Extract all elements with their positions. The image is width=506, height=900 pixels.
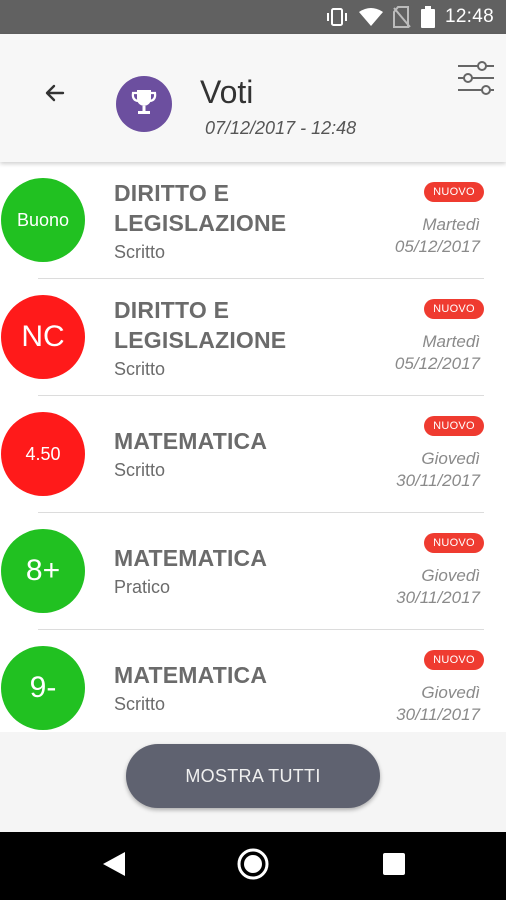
grade-type: Pratico [114, 577, 171, 597]
filter-button[interactable] [456, 58, 496, 98]
arrow-left-icon [43, 81, 67, 110]
subject-name: MATEMATICA [114, 662, 268, 688]
trophy-avatar [116, 76, 172, 132]
grade-circle: 4.50 [1, 412, 85, 496]
grade-date: Giovedì 30/11/2017 [396, 449, 480, 490]
new-badge: NUOVO [424, 299, 484, 319]
new-badge: NUOVO [424, 650, 484, 670]
subject-name: MATEMATICA [114, 428, 268, 454]
page-subtitle: 07/12/2017 - 12:48 [205, 118, 357, 138]
status-bar: 12:48 [0, 0, 506, 34]
sliders-icon [456, 61, 496, 102]
grade-type: Scritto [114, 460, 166, 480]
no-sim-icon [392, 6, 411, 28]
grade-circle: Buono [1, 178, 85, 262]
list-item[interactable]: 9- MATEMATICA Scritto NUOVO Giovedì 30/11… [0, 630, 506, 732]
system-nav-bar [0, 832, 506, 900]
grades-list[interactable]: Buono DIRITTO E LEGISLAZIONE Scritto NUOV… [0, 162, 506, 732]
grade-value: Buono [16, 209, 70, 230]
subject-name: MATEMATICA [114, 545, 268, 571]
nav-home-button[interactable] [235, 848, 271, 884]
vibrate-icon [325, 7, 349, 27]
grade-date: Giovedì 30/11/2017 [396, 566, 480, 607]
circle-home-icon [235, 846, 271, 887]
grade-type: Scritto [114, 694, 166, 714]
square-recents-icon [381, 851, 407, 882]
nav-recents-button[interactable] [376, 848, 412, 884]
grade-value: 9- [29, 671, 57, 704]
page-title: Voti [200, 74, 254, 110]
new-badge: NUOVO [424, 416, 484, 436]
app-bar: Voti 07/12/2017 - 12:48 [0, 34, 506, 162]
show-all-button[interactable]: MOSTRA TUTTI [126, 744, 380, 808]
grade-circle: 9- [1, 646, 85, 730]
subject-name: DIRITTO E LEGISLAZIONE [114, 297, 287, 353]
grade-date: Martedì 05/12/2017 [394, 332, 480, 373]
new-badge: NUOVO [424, 533, 484, 553]
list-item[interactable]: NC DIRITTO E LEGISLAZIONE Scritto NUOVO M… [0, 279, 506, 396]
list-item[interactable]: 8+ MATEMATICA Pratico NUOVO Giovedì 30/11… [0, 513, 506, 630]
subject-name: DIRITTO E LEGISLAZIONE [114, 180, 287, 236]
status-time: 12:48 [444, 6, 494, 27]
nav-back-button[interactable] [96, 848, 132, 884]
grade-circle: 8+ [1, 529, 85, 613]
footer: MOSTRA TUTTI [0, 732, 506, 832]
trophy-icon [128, 86, 160, 123]
grade-type: Scritto [114, 242, 166, 262]
grade-value: 8+ [25, 554, 61, 587]
wifi-icon [358, 7, 383, 27]
list-item[interactable]: Buono DIRITTO E LEGISLAZIONE Scritto NUOV… [0, 162, 506, 279]
back-button[interactable] [38, 78, 72, 112]
list-item[interactable]: 4.50 MATEMATICA Scritto NUOVO Giovedì 30/… [0, 396, 506, 513]
grade-date: Giovedì 30/11/2017 [396, 683, 480, 724]
battery-icon [420, 6, 435, 28]
grade-date: Martedì 05/12/2017 [394, 215, 480, 256]
new-badge: NUOVO [424, 182, 484, 202]
grade-value: NC [21, 320, 65, 353]
grade-value: 4.50 [25, 443, 61, 464]
grade-type: Scritto [114, 359, 166, 379]
grade-circle: NC [1, 295, 85, 379]
triangle-back-icon [101, 850, 127, 883]
